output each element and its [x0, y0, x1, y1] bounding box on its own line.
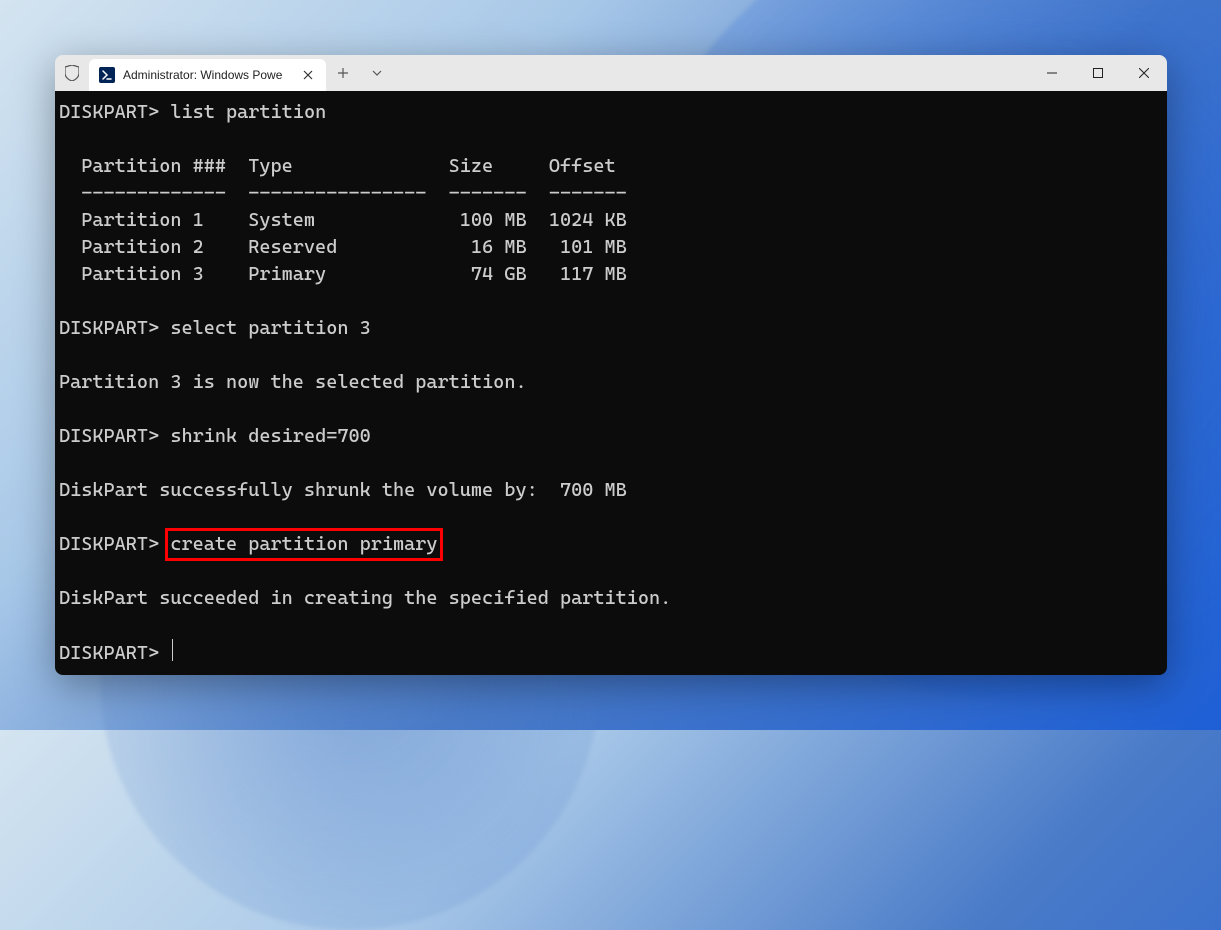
shield-icon: [65, 65, 79, 81]
highlighted-command: create partition primary: [168, 531, 439, 558]
prompt: DISKPART>: [59, 533, 159, 555]
partition-table-header: Partition ### Type Size Offset: [59, 155, 616, 177]
powershell-icon: [99, 67, 115, 83]
plus-icon: [337, 67, 349, 79]
window-controls: [1029, 55, 1167, 91]
resp-shrink: DiskPart successfully shrunk the volume …: [59, 479, 627, 501]
minimize-button[interactable]: [1029, 55, 1075, 91]
cmd-create-partition: create partition primary: [170, 533, 437, 555]
tab-active[interactable]: Administrator: Windows Powe: [89, 59, 326, 91]
partition-table-rule: ------------- ---------------- ------- -…: [59, 182, 627, 204]
resp-create-partition: DiskPart succeeded in creating the speci…: [59, 587, 671, 609]
prompt: DISKPART>: [59, 317, 159, 339]
tab-actions: [326, 55, 394, 91]
titlebar[interactable]: Administrator: Windows Powe: [55, 55, 1167, 91]
partition-row-1: Partition 1 System 100 MB 1024 KB: [59, 209, 627, 231]
cmd-list-partition: list partition: [170, 101, 326, 123]
app-shield-area: [55, 55, 89, 91]
close-icon: [1139, 68, 1149, 78]
resp-select-partition: Partition 3 is now the selected partitio…: [59, 371, 527, 393]
new-tab-button[interactable]: [326, 55, 360, 91]
close-window-button[interactable]: [1121, 55, 1167, 91]
partition-row-3: Partition 3 Primary 74 GB 117 MB: [59, 263, 627, 285]
tab-close-button[interactable]: [300, 67, 316, 83]
maximize-icon: [1093, 68, 1103, 78]
prompt: DISKPART>: [59, 642, 159, 664]
terminal-content[interactable]: DISKPART> list partition Partition ### T…: [55, 91, 1167, 675]
cmd-shrink: shrink desired=700: [170, 425, 370, 447]
prompt: DISKPART>: [59, 101, 159, 123]
maximize-button[interactable]: [1075, 55, 1121, 91]
tab-title: Administrator: Windows Powe: [123, 68, 292, 82]
prompt: DISKPART>: [59, 425, 159, 447]
chevron-down-icon: [372, 70, 382, 76]
terminal-window: Administrator: Windows Powe: [55, 55, 1167, 675]
partition-row-2: Partition 2 Reserved 16 MB 101 MB: [59, 236, 627, 258]
tab-dropdown-button[interactable]: [360, 55, 394, 91]
cmd-select-partition: select partition 3: [170, 317, 370, 339]
close-icon: [303, 70, 313, 80]
text-cursor: [172, 639, 173, 661]
minimize-icon: [1047, 68, 1057, 78]
